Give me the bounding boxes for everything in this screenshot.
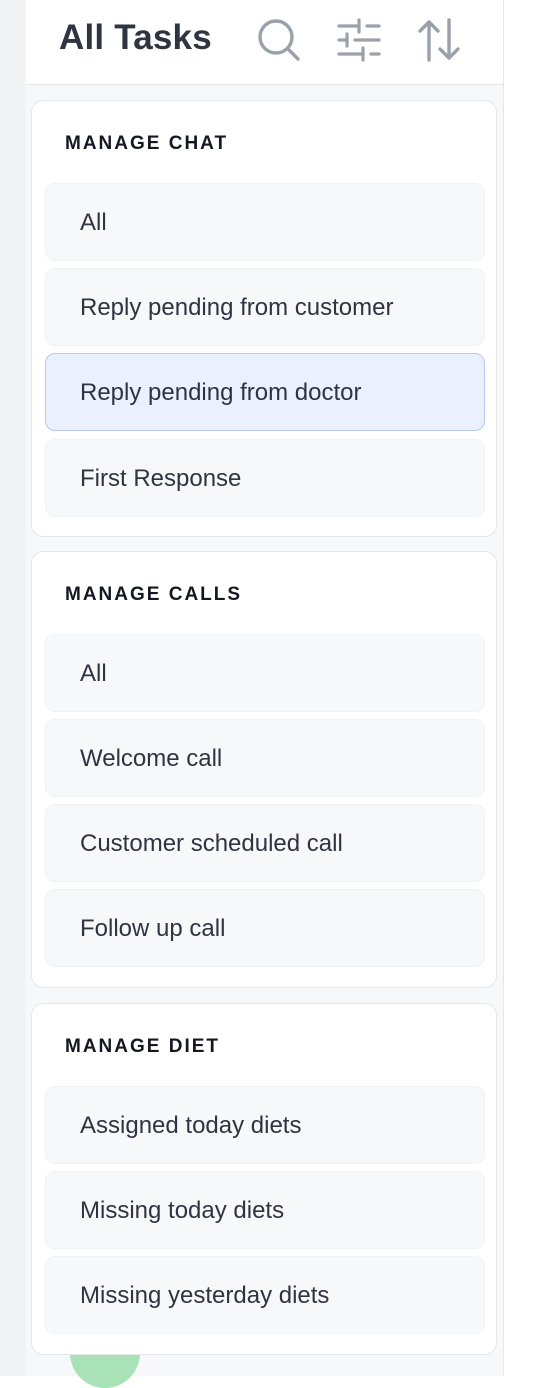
filter-missing-yesterday-diets[interactable]: Missing yesterday diets [45,1256,485,1334]
filter-customer-scheduled-call[interactable]: Customer scheduled call [45,804,485,882]
filter-label: Reply pending from doctor [80,379,362,406]
right-pane-edge [503,0,540,1376]
filter-label: Assigned today diets [80,1112,302,1139]
manage-chat-section: MANAGE CHAT All Reply pending from custo… [31,100,497,537]
filter-chat-all[interactable]: All [45,183,485,261]
filter-first-response[interactable]: First Response [45,439,485,517]
filter-reply-pending-doctor[interactable]: Reply pending from doctor [45,353,485,431]
sort-icon[interactable] [415,16,463,64]
filter-label: Welcome call [80,745,223,772]
tasks-header: All Tasks [26,0,503,85]
search-icon[interactable] [255,16,303,64]
section-title: MANAGE CALLS [65,584,243,605]
filter-follow-up-call[interactable]: Follow up call [45,889,485,967]
filter-label: Follow up call [80,915,226,942]
section-title: MANAGE DIET [65,1036,220,1057]
filter-assigned-today-diets[interactable]: Assigned today diets [45,1086,485,1164]
tasks-sidebar: All Tasks MANAGE CHAT All Reply pending … [26,0,503,1388]
filter-calls-all[interactable]: All [45,634,485,712]
filter-sliders-icon[interactable] [335,16,383,64]
filter-reply-pending-customer[interactable]: Reply pending from customer [45,268,485,346]
left-pane-edge [0,0,27,1376]
filter-label: Customer scheduled call [80,830,343,857]
filter-label: Missing today diets [80,1197,285,1224]
manage-diet-section: MANAGE DIET Assigned today diets Missing… [31,1003,497,1355]
manage-calls-section: MANAGE CALLS All Welcome call Customer s… [31,551,497,988]
page-title: All Tasks [59,18,212,57]
filter-label: Reply pending from customer [80,294,394,321]
filter-label: All [80,209,107,236]
filter-label: Missing yesterday diets [80,1282,330,1309]
section-title: MANAGE CHAT [65,133,229,154]
filter-welcome-call[interactable]: Welcome call [45,719,485,797]
filter-missing-today-diets[interactable]: Missing today diets [45,1171,485,1249]
filter-label: All [80,660,107,687]
filter-label: First Response [80,465,242,492]
